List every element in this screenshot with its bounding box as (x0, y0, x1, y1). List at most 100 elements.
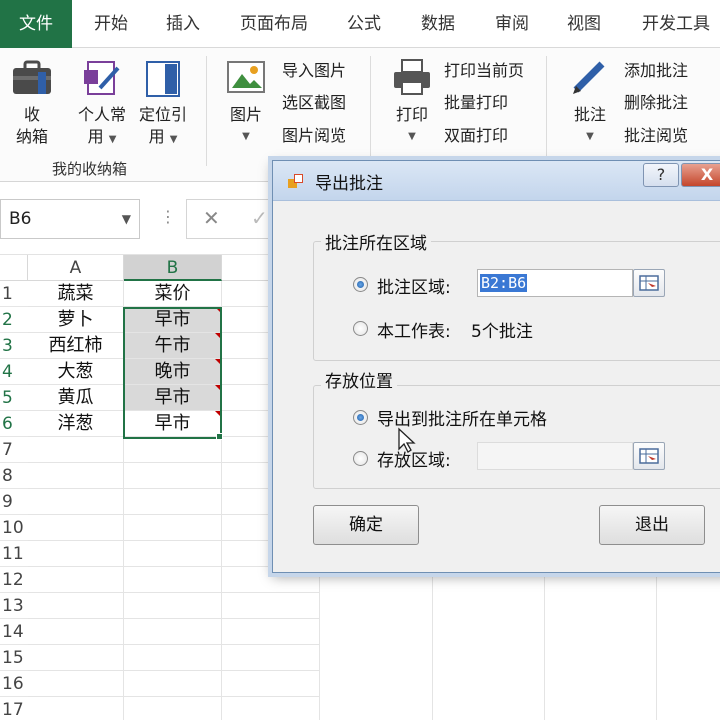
grid-cell[interactable] (124, 645, 222, 671)
grid-cell[interactable]: 黄瓜 (28, 385, 124, 411)
radio-worksheet[interactable] (353, 321, 368, 336)
row-header[interactable]: 17 (0, 697, 28, 720)
row-header[interactable]: 12 (0, 567, 28, 593)
radio-storage-area[interactable] (353, 451, 368, 466)
tab-page-layout[interactable]: 页面布局 (236, 0, 312, 48)
grid-cell[interactable]: 蔬菜 (28, 281, 124, 307)
row-header[interactable]: 11 (0, 541, 28, 567)
range-screenshot-item[interactable]: 选区截图 (282, 90, 346, 116)
column-header-b[interactable]: B (124, 255, 222, 281)
grid-cell[interactable] (124, 567, 222, 593)
grid-cell[interactable] (28, 645, 124, 671)
import-picture-item[interactable]: 导入图片 (282, 58, 346, 84)
duplex-print-item[interactable]: 双面打印 (444, 123, 508, 149)
tab-data[interactable]: 数据 (416, 0, 460, 48)
grid-cell[interactable]: 萝卜 (28, 307, 124, 333)
radio-export-to-cell[interactable] (353, 410, 368, 425)
grid-cell[interactable]: 午市 (124, 333, 222, 359)
grid-cell[interactable] (124, 437, 222, 463)
exit-button[interactable]: 退出 (599, 505, 705, 545)
grid-cell[interactable]: 早市 (124, 385, 222, 411)
comment-preview-item[interactable]: 批注阅览 (624, 123, 688, 149)
ok-button[interactable]: 确定 (313, 505, 419, 545)
radio-comment-range[interactable] (353, 277, 368, 292)
print-button[interactable]: 打印 ▼ (386, 58, 438, 148)
grid-cell[interactable] (222, 593, 320, 619)
row-header[interactable]: 13 (0, 593, 28, 619)
grid-cell[interactable]: 洋葱 (28, 411, 124, 437)
grid-cell[interactable] (28, 593, 124, 619)
tab-view[interactable]: 视图 (562, 0, 606, 48)
grid-cell[interactable] (124, 463, 222, 489)
help-button[interactable]: ? (643, 163, 679, 187)
grid-cell[interactable] (28, 541, 124, 567)
row-header[interactable]: 9 (0, 489, 28, 515)
tab-developer[interactable]: 开发工具 (636, 0, 716, 48)
batch-print-item[interactable]: 批量打印 (444, 90, 508, 116)
row-header[interactable]: 14 (0, 619, 28, 645)
select-all-corner[interactable] (0, 255, 28, 281)
comment-range-input[interactable]: B2:B6 (477, 269, 633, 297)
row-header[interactable]: 2 (0, 307, 28, 333)
row-header[interactable]: 4 (0, 359, 28, 385)
grid-cell[interactable] (28, 567, 124, 593)
grid-cell[interactable] (124, 619, 222, 645)
tab-insert[interactable]: 插入 (158, 0, 208, 48)
grid-cell[interactable]: 菜价 (124, 281, 222, 307)
grid-cell[interactable] (124, 489, 222, 515)
grid-cell[interactable]: 西红柿 (28, 333, 124, 359)
grid-cell[interactable] (124, 515, 222, 541)
grid-cell[interactable] (28, 671, 124, 697)
grid-cell[interactable] (28, 697, 124, 720)
picture-preview-item[interactable]: 图片阅览 (282, 123, 346, 149)
cancel-icon[interactable]: ✕ (203, 206, 220, 230)
tab-home[interactable]: 开始 (86, 0, 136, 48)
row-header[interactable]: 7 (0, 437, 28, 463)
tab-review[interactable]: 审阅 (490, 0, 534, 48)
grid-cell[interactable] (124, 541, 222, 567)
grid-cell[interactable]: 早市 (124, 307, 222, 333)
print-current-page-item[interactable]: 打印当前页 (444, 58, 524, 84)
row-header[interactable]: 8 (0, 463, 28, 489)
grid-cell[interactable] (124, 671, 222, 697)
locate-reference-button[interactable]: 定位引 用 ▼ (134, 58, 192, 151)
row-header[interactable]: 1 (0, 281, 28, 307)
grid-cell[interactable]: 晚市 (124, 359, 222, 385)
delete-comment-item[interactable]: 删除批注 (624, 90, 688, 116)
storage-picker-button[interactable] (633, 442, 665, 470)
grid-cell[interactable]: 早市 (124, 411, 222, 437)
picture-button[interactable]: 图片 ▼ (220, 58, 272, 148)
add-comment-item[interactable]: 添加批注 (624, 58, 688, 84)
grid-cell[interactable]: 大葱 (28, 359, 124, 385)
grid-cell[interactable] (124, 697, 222, 720)
row-header[interactable]: 5 (0, 385, 28, 411)
personal-common-button[interactable]: 个人常 用 ▼ (74, 58, 130, 151)
tab-file[interactable]: 文件 (0, 0, 72, 48)
check-icon[interactable]: ✓ (251, 206, 268, 230)
grid-cell[interactable] (28, 619, 124, 645)
tab-formulas[interactable]: 公式 (342, 0, 386, 48)
row-header[interactable]: 15 (0, 645, 28, 671)
fill-handle[interactable] (216, 433, 223, 440)
storage-box-button[interactable]: 收 纳箱 (6, 58, 58, 148)
row-header[interactable]: 3 (0, 333, 28, 359)
grid-cell[interactable] (28, 463, 124, 489)
grid-cell[interactable] (28, 437, 124, 463)
chevron-down-icon[interactable]: ▼ (122, 200, 131, 238)
comment-button[interactable]: 批注 ▼ (564, 58, 616, 148)
grid-cell[interactable] (222, 671, 320, 697)
row-header[interactable]: 16 (0, 671, 28, 697)
grid-cell[interactable] (222, 645, 320, 671)
row-header[interactable]: 10 (0, 515, 28, 541)
column-header-a[interactable]: A (28, 255, 124, 281)
name-box[interactable]: B6 ▼ (0, 199, 140, 239)
close-button[interactable]: X (681, 163, 720, 187)
grid-cell[interactable] (222, 619, 320, 645)
grid-cell[interactable] (124, 593, 222, 619)
grid-cell[interactable] (222, 697, 320, 720)
grid-cell[interactable] (28, 489, 124, 515)
range-picker-button[interactable] (633, 269, 665, 297)
row-header[interactable]: 6 (0, 411, 28, 437)
grid-cell[interactable] (28, 515, 124, 541)
storage-area-input[interactable] (477, 442, 633, 470)
